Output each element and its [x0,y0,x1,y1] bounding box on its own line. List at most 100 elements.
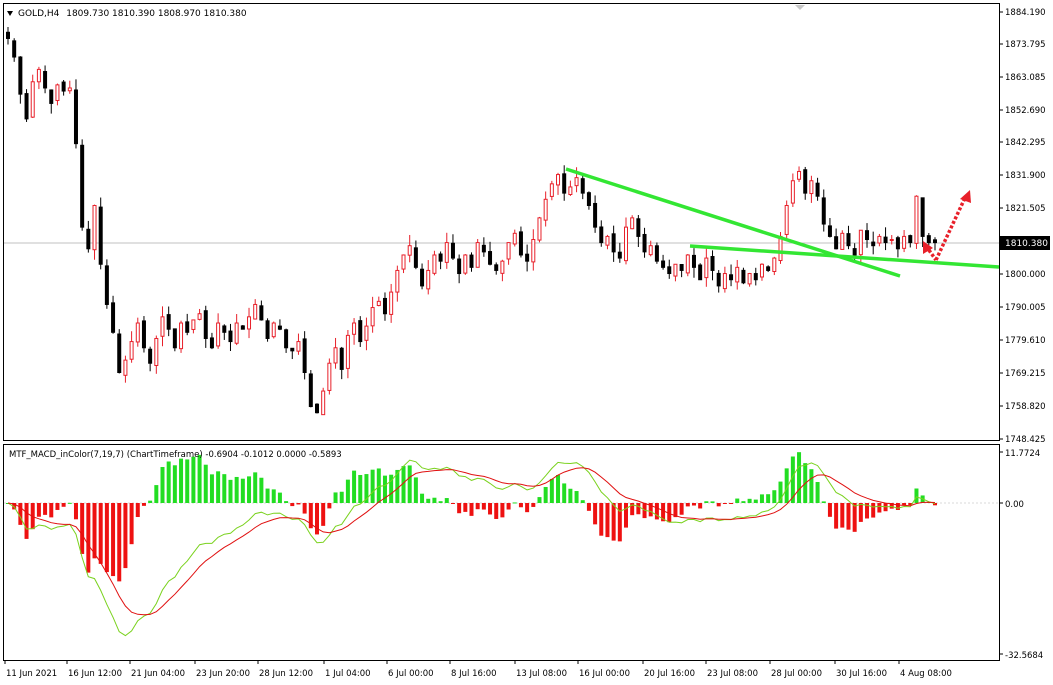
histogram-bar [179,458,184,503]
descending-trendline[interactable] [565,167,901,278]
candle-body [636,218,641,237]
histogram-bar [729,503,734,504]
histogram-bar [512,502,517,504]
candle-body [518,231,523,256]
candle-body [772,257,777,272]
candle-body [308,373,313,408]
histogram-bar [463,503,468,512]
histogram-bar [197,454,202,503]
time-tick-label: 23 Jul 08:00 [707,669,758,679]
time-tick-label: 28 Jul 00:00 [771,669,822,679]
histogram-bar [679,503,684,515]
candle-body [333,347,338,364]
candle-body [129,341,134,360]
candle-body [741,269,746,284]
histogram-bar [67,502,72,504]
candle-body [358,320,363,343]
histogram-bar [698,503,703,509]
histogram-bar [432,497,437,503]
histogram-bar [500,503,505,518]
candle-body [92,204,97,251]
histogram-bar [154,485,159,503]
candle-body [556,174,561,186]
chart-canvas: GOLD,H4 1809.730 1810.390 1808.970 1810.… [3,3,1050,679]
price-axis: 1884.190 1873.795 1863.085 1852.690 1842.295… [999,8,1046,445]
chart-menu-triangle-icon[interactable] [7,11,13,16]
candle-body [926,235,931,244]
candle-body [691,254,696,268]
candle-body [586,192,591,206]
shift-marker-icon[interactable] [795,5,805,10]
histogram-bar [222,474,227,503]
histogram-bar [772,490,777,503]
histogram-bar [370,469,375,503]
histogram-bar [160,467,165,503]
histogram-bar [135,503,140,518]
candle-body [846,233,851,247]
time-tick-label: 1 Jul 04:00 [325,669,371,679]
candle-body [790,180,795,204]
candle-body [710,256,715,271]
histogram-bar [444,498,449,503]
candle-body [933,239,937,244]
histogram-bar [827,503,832,517]
histogram-bar [191,456,196,503]
histogram-bar [543,486,548,503]
candle-body [766,266,771,271]
macd-line [7,459,936,637]
candle-body [55,84,60,102]
candle-body [902,235,907,249]
price-tick-label: 1884.190 [1005,8,1046,18]
histogram-bar [61,503,66,507]
candle-body [172,328,177,349]
candle-body [549,183,554,197]
histogram-bar [877,503,882,513]
candlestick-series [6,26,937,416]
price-tick-label: 1842.295 [1005,138,1046,148]
price-tick-label: 1758.820 [1005,402,1046,412]
histogram-bar [840,503,845,528]
candle-body [49,89,54,104]
histogram-bar [284,501,289,503]
candle-body [852,248,857,256]
candle-body [395,269,400,293]
histogram-bar [277,492,282,503]
histogram-bar [86,503,91,573]
candle-body [364,325,369,341]
candle-body [413,247,418,268]
candle-body [43,71,48,89]
candle-body [117,333,122,374]
candle-body [339,347,344,370]
candle-body [185,321,190,333]
support-trendline[interactable] [689,244,1000,269]
histogram-bar [815,482,820,503]
candle-body [753,273,758,281]
indicator-label: MTF_MACD_inColor(7,19,7) (ChartTimeframe… [9,450,342,460]
histogram-bar [148,500,153,503]
candle-body [191,319,196,330]
candle-body [475,242,480,268]
candle-body [685,254,690,274]
histogram-bar [333,492,338,503]
candle-body [735,266,740,283]
time-tick-label: 4 Aug 08:00 [900,669,952,679]
candle-body [259,305,264,321]
candle-body [500,260,505,274]
histogram-bar [580,500,585,503]
candle-body [679,264,684,271]
histogram-bar [735,498,740,503]
histogram-bar [586,503,591,511]
candle-body [531,239,536,263]
histogram-bar [253,472,258,503]
macd-lines [7,459,936,637]
candle-body [512,232,517,245]
price-tick-label: 1821.505 [1005,204,1046,214]
candle-body [599,226,604,244]
histogram-bar [92,503,97,559]
histogram-bar [556,475,561,503]
candle-body [494,264,499,271]
candle-body [18,56,23,95]
histogram-bar [166,461,171,503]
histogram-bar [858,503,863,522]
candle-body [877,235,882,244]
